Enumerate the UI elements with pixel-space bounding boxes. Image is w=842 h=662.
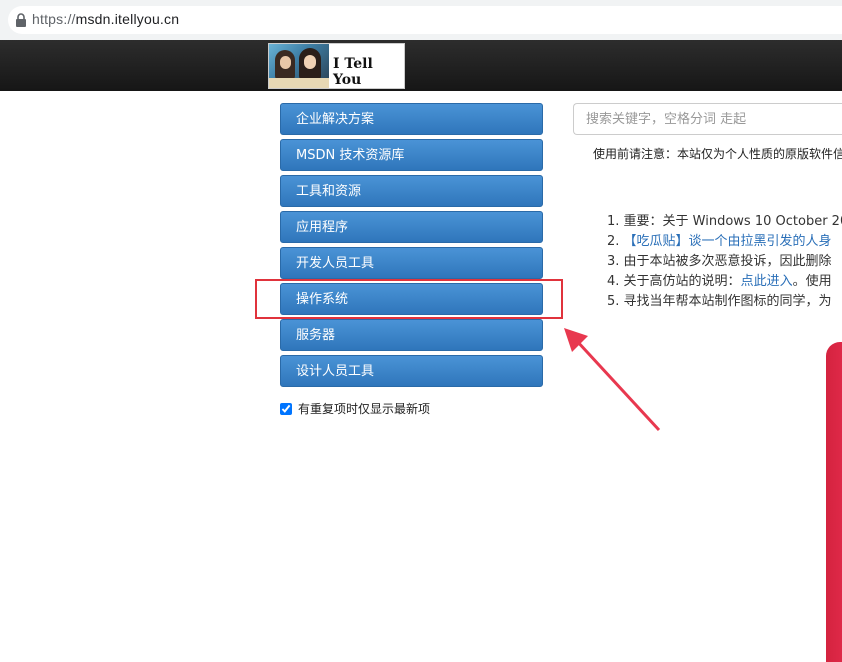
menu-item-operating-systems[interactable]: 操作系统	[280, 283, 543, 315]
logo-photo	[269, 44, 329, 88]
menu-item-applications[interactable]: 应用程序	[280, 211, 543, 243]
announcement-item[interactable]: 4. 关于高仿站的说明：点此进入。使用	[607, 272, 842, 292]
announcement-number: 3.	[607, 254, 620, 269]
dedupe-checkbox[interactable]	[280, 403, 292, 415]
usage-notice: 使用前请注意：本站仅为个人性质的原版软件信	[593, 147, 842, 161]
site-header: I Tell You	[0, 40, 842, 91]
dedupe-option[interactable]: 有重复项时仅显示最新项	[280, 400, 430, 417]
menu-item-servers[interactable]: 服务器	[280, 319, 543, 351]
menu-item-developer-tools[interactable]: 开发人员工具	[280, 247, 543, 279]
lock-icon[interactable]	[14, 12, 28, 28]
dedupe-label: 有重复项时仅显示最新项	[298, 402, 431, 416]
announcement-link[interactable]: 点此进入	[741, 274, 793, 289]
announcement-text: 由于本站被多次恶意投诉，因此删除	[623, 254, 832, 269]
announcement-item[interactable]: 5. 寻找当年帮本站制作图标的同学，为	[607, 292, 842, 312]
browser-address-bar: https://msdn.itellyou.cn	[0, 0, 842, 41]
announcement-number: 1.	[607, 214, 620, 229]
site-logo[interactable]: I Tell You	[268, 43, 405, 89]
announcement-text: 关于高仿站的说明：	[623, 274, 741, 289]
menu-item-tools-resources[interactable]: 工具和资源	[280, 175, 543, 207]
promo-banner[interactable]	[826, 342, 842, 662]
announcement-list: 1. 重要：关于 Windows 10 October 20 2. 【吃瓜贴】谈…	[607, 212, 842, 312]
announcement-text: 寻找当年帮本站制作图标的同学，为	[623, 294, 832, 309]
announcement-number: 5.	[607, 294, 620, 309]
menu-item-enterprise-solutions[interactable]: 企业解决方案	[280, 103, 543, 135]
announcement-number: 2.	[607, 234, 620, 249]
announcement-link[interactable]: 【吃瓜贴】谈一个由拉黑引发的人身	[624, 234, 832, 249]
announcement-text: 重要：关于 Windows 10 October 20	[623, 214, 842, 229]
announcement-number: 4.	[607, 274, 620, 289]
announcement-item[interactable]: 1. 重要：关于 Windows 10 October 20	[607, 212, 842, 232]
announcement-item[interactable]: 2. 【吃瓜贴】谈一个由拉黑引发的人身	[607, 232, 842, 252]
logo-text: I Tell You	[333, 56, 373, 88]
url-host: msdn.itellyou.cn	[75, 11, 180, 27]
url-text[interactable]: https://msdn.itellyou.cn	[32, 11, 179, 27]
menu-item-designer-tools[interactable]: 设计人员工具	[280, 355, 543, 387]
search-input[interactable]	[573, 103, 842, 135]
menu-item-msdn-library[interactable]: MSDN 技术资源库	[280, 139, 543, 171]
url-scheme: https://	[32, 11, 76, 27]
url-field[interactable]: https://msdn.itellyou.cn	[8, 6, 842, 34]
announcement-item[interactable]: 3. 由于本站被多次恶意投诉，因此删除	[607, 252, 842, 272]
announcement-suffix: 。使用	[792, 274, 832, 289]
